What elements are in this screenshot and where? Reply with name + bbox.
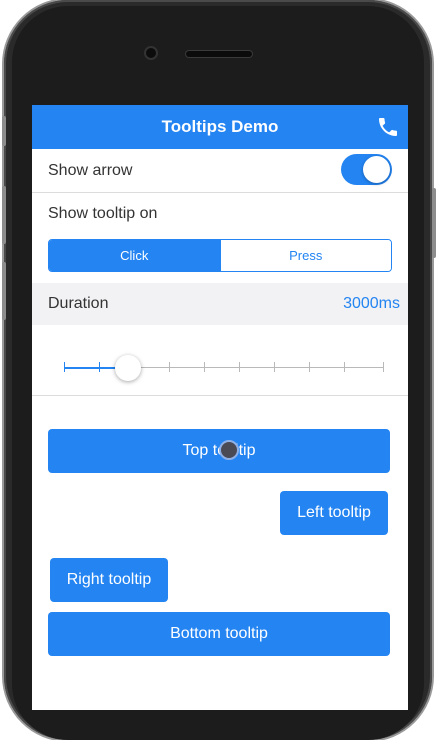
row-divider	[32, 395, 408, 396]
slider-tick	[383, 362, 384, 372]
slider-thumb[interactable]	[115, 355, 141, 381]
slider-tick	[64, 362, 65, 372]
trigger-segmented-control: Click Press	[48, 239, 392, 272]
slider-tick	[99, 362, 100, 372]
show-arrow-row: Show arrow	[32, 149, 408, 192]
slider-tick	[309, 362, 310, 372]
phone-icon[interactable]	[376, 115, 400, 139]
slider-tick	[239, 362, 240, 372]
earpiece-speaker	[186, 51, 252, 57]
touch-indicator	[219, 440, 239, 460]
show-arrow-label: Show arrow	[48, 162, 133, 179]
volume-up-button	[2, 186, 6, 244]
duration-value: 3000ms	[343, 295, 400, 312]
show-tooltip-on-label: Show tooltip on	[48, 205, 158, 222]
slider-tick	[274, 362, 275, 372]
duration-slider[interactable]	[32, 325, 408, 395]
segment-click[interactable]: Click	[49, 240, 220, 271]
slider-tick	[204, 362, 205, 372]
bottom-tooltip-button[interactable]: Bottom tooltip	[48, 612, 390, 656]
navigation-bar: Tooltips Demo	[32, 105, 408, 149]
mute-switch	[2, 116, 6, 146]
segment-press[interactable]: Press	[219, 240, 391, 271]
left-tooltip-button[interactable]: Left tooltip	[280, 491, 388, 535]
front-camera	[146, 48, 156, 58]
slider-tick	[344, 362, 345, 372]
app-screen: Tooltips Demo Show arrow Show tooltip on…	[32, 105, 408, 710]
toggle-knob	[363, 156, 390, 183]
right-tooltip-button[interactable]: Right tooltip	[50, 558, 168, 602]
page-title: Tooltips Demo	[161, 117, 279, 136]
row-divider	[32, 192, 408, 193]
volume-down-button	[2, 262, 6, 320]
duration-label: Duration	[48, 295, 109, 312]
slider-tick	[169, 362, 170, 372]
power-button	[432, 188, 436, 258]
show-arrow-toggle[interactable]	[341, 154, 392, 185]
duration-row: Duration 3000ms	[32, 283, 408, 325]
